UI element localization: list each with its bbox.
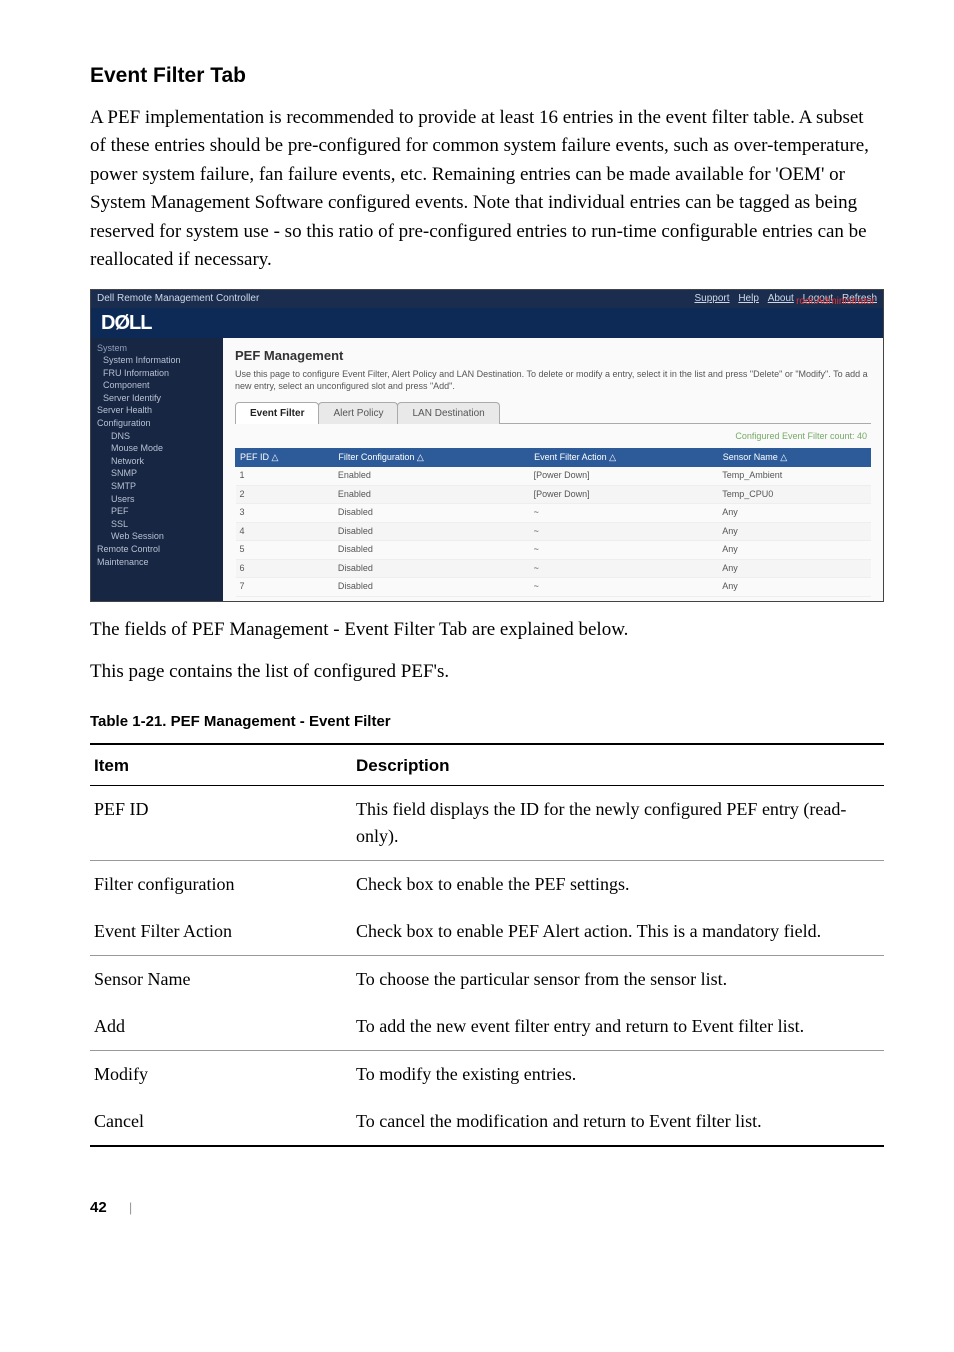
- nav-support[interactable]: Support: [695, 293, 730, 304]
- panel-heading: PEF Management: [235, 346, 871, 366]
- table-row[interactable]: 1Enabled[Power Down]Temp_Ambient: [236, 467, 871, 486]
- sidebar-item[interactable]: Web Session: [97, 530, 217, 543]
- sidebar-item[interactable]: Configuration: [97, 417, 217, 430]
- row-modify-desc: To modify the existing entries.: [352, 1050, 884, 1098]
- row-pef-id-desc: This field displays the ID for the newly…: [352, 785, 884, 860]
- filter-count: Configured Event Filter count: 40: [235, 424, 871, 448]
- nav-help[interactable]: Help: [738, 293, 759, 304]
- section-heading: Event Filter Tab: [90, 60, 884, 92]
- sidebar-item[interactable]: Remote Control: [97, 543, 217, 556]
- row-cancel-desc: To cancel the modification and return to…: [352, 1098, 884, 1146]
- row-event-action-desc: Check box to enable PEF Alert action. Th…: [352, 908, 884, 956]
- col-filter-cfg[interactable]: Filter Configuration △: [334, 448, 530, 467]
- sidebar-item[interactable]: DNS: [97, 430, 217, 443]
- col-filter-action[interactable]: Event Filter Action △: [530, 448, 719, 467]
- row-add-desc: To add the new event filter entry and re…: [352, 1003, 884, 1051]
- row-sensor-desc: To choose the particular sensor from the…: [352, 955, 884, 1003]
- row-event-action-item: Event Filter Action: [90, 908, 352, 956]
- footer-divider: |: [129, 1200, 132, 1215]
- app-main-panel: PEF Management Use this page to configur…: [223, 338, 883, 601]
- col-pef-id[interactable]: PEF ID △: [236, 448, 334, 467]
- sidebar-item[interactable]: Component: [97, 379, 217, 392]
- table-row[interactable]: 5Disabled~Any: [236, 541, 871, 560]
- sidebar-item[interactable]: SNMP: [97, 467, 217, 480]
- paragraph-2: The fields of PEF Management - Event Fil…: [90, 616, 884, 645]
- row-modify-item: Modify: [90, 1050, 352, 1098]
- sidebar-item[interactable]: System Information: [97, 354, 217, 367]
- table-row[interactable]: 4Disabled~Any: [236, 522, 871, 541]
- tab-event-filter[interactable]: Event Filter: [235, 402, 319, 424]
- pef-screenshot-figure: Dell Remote Management Controller Suppor…: [90, 289, 884, 602]
- app-window-title: Dell Remote Management Controller: [97, 291, 259, 306]
- sidebar-item[interactable]: Server Identify: [97, 392, 217, 405]
- table-caption: Table 1-21. PEF Management - Event Filte…: [90, 711, 884, 734]
- th-item: Item: [90, 744, 352, 785]
- tab-lan-destination[interactable]: LAN Destination: [397, 402, 499, 424]
- paragraph-3: This page contains the list of configure…: [90, 658, 884, 687]
- page-footer: 42 |: [90, 1187, 884, 1220]
- table-row[interactable]: 7Disabled~Any: [236, 578, 871, 597]
- sidebar-item[interactable]: Network: [97, 455, 217, 468]
- row-filter-cfg-item: Filter configuration: [90, 860, 352, 908]
- sidebar-item[interactable]: Server Health: [97, 404, 217, 417]
- event-filter-list: PEF ID △ Filter Configuration △ Event Fi…: [235, 448, 871, 597]
- page-number: 42: [90, 1199, 107, 1216]
- dell-logo: DØLL: [101, 308, 151, 338]
- panel-description: Use this page to configure Event Filter,…: [235, 369, 871, 392]
- paragraph-1: A PEF implementation is recommended to p…: [90, 104, 884, 275]
- row-filter-cfg-desc: Check box to enable the PEF settings.: [352, 860, 884, 908]
- sidebar-item[interactable]: Maintenance: [97, 556, 217, 569]
- row-cancel-item: Cancel: [90, 1098, 352, 1146]
- col-sensor-name[interactable]: Sensor Name △: [718, 448, 870, 467]
- row-sensor-item: Sensor Name: [90, 955, 352, 1003]
- sidebar-item[interactable]: Mouse Mode: [97, 442, 217, 455]
- doc-table: Item Description PEF ID This field displ…: [90, 743, 884, 1147]
- sidebar-item[interactable]: PEF: [97, 505, 217, 518]
- nav-about[interactable]: About: [768, 293, 794, 304]
- sidebar-top: System: [97, 342, 217, 355]
- tab-alert-policy[interactable]: Alert Policy: [318, 402, 398, 424]
- sidebar-item[interactable]: FRU Information: [97, 367, 217, 380]
- table-row[interactable]: 6Disabled~Any: [236, 559, 871, 578]
- app-sidebar: System System InformationFRU Information…: [91, 338, 223, 601]
- row-add-item: Add: [90, 1003, 352, 1051]
- sidebar-item[interactable]: Users: [97, 493, 217, 506]
- row-pef-id-item: PEF ID: [90, 785, 352, 860]
- table-row[interactable]: 2Enabled[Power Down]Temp_CPU0: [236, 485, 871, 504]
- th-description: Description: [352, 744, 884, 785]
- sidebar-item[interactable]: SSL: [97, 518, 217, 531]
- root-user-label: root:Administrator: [796, 294, 875, 309]
- sidebar-item[interactable]: SMTP: [97, 480, 217, 493]
- table-row[interactable]: 3Disabled~Any: [236, 504, 871, 523]
